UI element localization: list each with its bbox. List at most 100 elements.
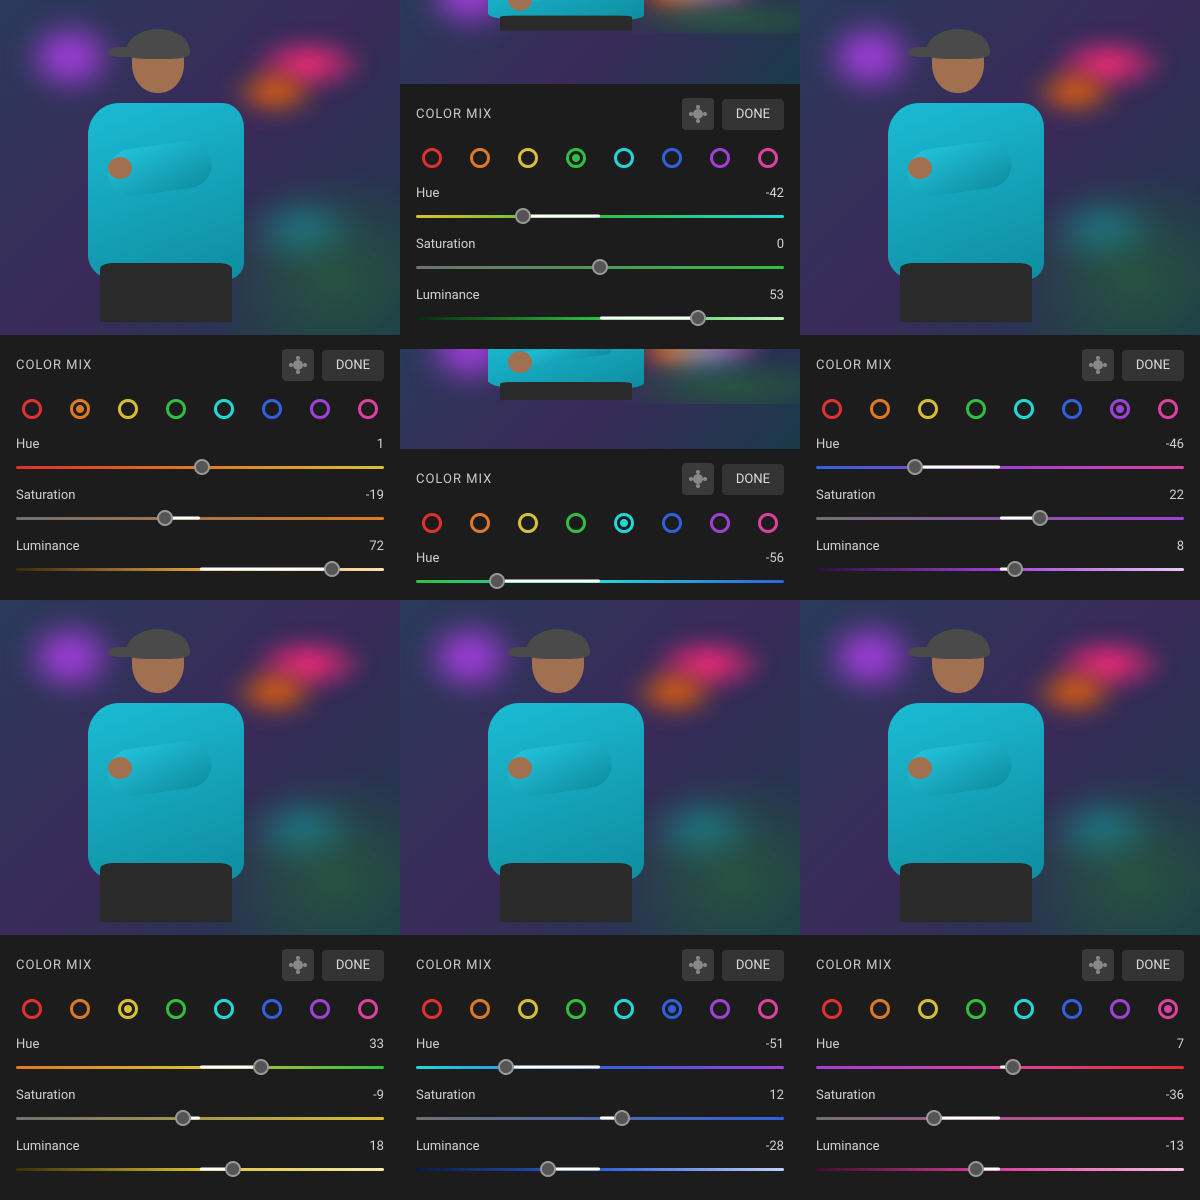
- swatch-yellow[interactable]: [118, 999, 138, 1019]
- swatch-purple[interactable]: [1110, 399, 1130, 419]
- luminance-slider[interactable]: [816, 560, 1184, 578]
- swatch-orange[interactable]: [70, 399, 90, 419]
- swatch-blue[interactable]: [662, 148, 682, 168]
- swatch-orange[interactable]: [870, 399, 890, 419]
- swatch-red[interactable]: [422, 999, 442, 1019]
- swatch-blue[interactable]: [262, 999, 282, 1019]
- swatch-blue[interactable]: [262, 399, 282, 419]
- swatch-green[interactable]: [566, 148, 586, 168]
- swatch-red[interactable]: [822, 399, 842, 419]
- swatch-yellow[interactable]: [518, 513, 538, 533]
- swatch-blue[interactable]: [662, 513, 682, 533]
- luminance-slider[interactable]: [16, 560, 384, 578]
- saturation-slider[interactable]: [816, 1109, 1184, 1127]
- luminance-thumb[interactable]: [690, 310, 706, 326]
- done-button[interactable]: DONE: [722, 99, 784, 130]
- swatch-orange[interactable]: [70, 999, 90, 1019]
- swatch-green[interactable]: [966, 399, 986, 419]
- swatch-red[interactable]: [422, 513, 442, 533]
- swatch-teal[interactable]: [1014, 999, 1034, 1019]
- saturation-slider[interactable]: [416, 1109, 784, 1127]
- swatch-purple[interactable]: [310, 999, 330, 1019]
- targeted-adjustment-icon[interactable]: [282, 949, 314, 981]
- luminance-slider[interactable]: [416, 309, 784, 327]
- saturation-slider[interactable]: [816, 509, 1184, 527]
- saturation-slider[interactable]: [416, 258, 784, 276]
- hue-slider[interactable]: [416, 1058, 784, 1076]
- swatch-orange[interactable]: [470, 999, 490, 1019]
- swatch-magenta[interactable]: [358, 999, 378, 1019]
- hue-slider[interactable]: [16, 458, 384, 476]
- swatch-teal[interactable]: [614, 513, 634, 533]
- saturation-thumb[interactable]: [157, 510, 173, 526]
- swatch-blue[interactable]: [662, 999, 682, 1019]
- swatch-green[interactable]: [566, 999, 586, 1019]
- saturation-slider[interactable]: [16, 509, 384, 527]
- swatch-magenta[interactable]: [758, 148, 778, 168]
- luminance-thumb[interactable]: [540, 1161, 556, 1177]
- hue-slider[interactable]: [816, 1058, 1184, 1076]
- swatch-teal[interactable]: [214, 399, 234, 419]
- swatch-magenta[interactable]: [358, 399, 378, 419]
- swatch-orange[interactable]: [470, 148, 490, 168]
- swatch-green[interactable]: [166, 999, 186, 1019]
- swatch-red[interactable]: [822, 999, 842, 1019]
- hue-thumb[interactable]: [907, 459, 923, 475]
- swatch-teal[interactable]: [214, 999, 234, 1019]
- hue-slider[interactable]: [816, 458, 1184, 476]
- swatch-blue[interactable]: [1062, 399, 1082, 419]
- luminance-slider[interactable]: [816, 1160, 1184, 1178]
- swatch-purple[interactable]: [710, 148, 730, 168]
- targeted-adjustment-icon[interactable]: [282, 349, 314, 381]
- hue-thumb[interactable]: [194, 459, 210, 475]
- swatch-orange[interactable]: [870, 999, 890, 1019]
- swatch-teal[interactable]: [1014, 399, 1034, 419]
- luminance-thumb[interactable]: [968, 1161, 984, 1177]
- swatch-yellow[interactable]: [518, 148, 538, 168]
- hue-thumb[interactable]: [515, 208, 531, 224]
- saturation-thumb[interactable]: [1032, 510, 1048, 526]
- done-button[interactable]: DONE: [1122, 350, 1184, 381]
- swatch-yellow[interactable]: [518, 999, 538, 1019]
- swatch-purple[interactable]: [710, 999, 730, 1019]
- luminance-slider[interactable]: [416, 1160, 784, 1178]
- swatch-yellow[interactable]: [918, 399, 938, 419]
- swatch-purple[interactable]: [710, 513, 730, 533]
- done-button[interactable]: DONE: [722, 464, 784, 495]
- targeted-adjustment-icon[interactable]: [682, 949, 714, 981]
- swatch-purple[interactable]: [1110, 999, 1130, 1019]
- saturation-thumb[interactable]: [614, 1110, 630, 1126]
- targeted-adjustment-icon[interactable]: [1082, 349, 1114, 381]
- done-button[interactable]: DONE: [1122, 950, 1184, 981]
- targeted-adjustment-icon[interactable]: [1082, 949, 1114, 981]
- swatch-magenta[interactable]: [758, 999, 778, 1019]
- done-button[interactable]: DONE: [722, 950, 784, 981]
- swatch-magenta[interactable]: [1158, 999, 1178, 1019]
- saturation-thumb[interactable]: [926, 1110, 942, 1126]
- hue-slider[interactable]: [416, 207, 784, 225]
- saturation-thumb[interactable]: [175, 1110, 191, 1126]
- swatch-teal[interactable]: [614, 999, 634, 1019]
- saturation-slider[interactable]: [16, 1109, 384, 1127]
- done-button[interactable]: DONE: [322, 350, 384, 381]
- swatch-magenta[interactable]: [758, 513, 778, 533]
- hue-slider[interactable]: [16, 1058, 384, 1076]
- luminance-thumb[interactable]: [324, 561, 340, 577]
- swatch-orange[interactable]: [470, 513, 490, 533]
- luminance-thumb[interactable]: [225, 1161, 241, 1177]
- swatch-green[interactable]: [566, 513, 586, 533]
- swatch-blue[interactable]: [1062, 999, 1082, 1019]
- swatch-magenta[interactable]: [1158, 399, 1178, 419]
- targeted-adjustment-icon[interactable]: [682, 98, 714, 130]
- hue-slider[interactable]: [416, 572, 784, 590]
- swatch-red[interactable]: [22, 999, 42, 1019]
- hue-thumb[interactable]: [1005, 1059, 1021, 1075]
- swatch-yellow[interactable]: [118, 399, 138, 419]
- swatch-teal[interactable]: [614, 148, 634, 168]
- luminance-slider[interactable]: [16, 1160, 384, 1178]
- saturation-thumb[interactable]: [592, 259, 608, 275]
- luminance-thumb[interactable]: [1007, 561, 1023, 577]
- targeted-adjustment-icon[interactable]: [682, 463, 714, 495]
- done-button[interactable]: DONE: [322, 950, 384, 981]
- swatch-yellow[interactable]: [918, 999, 938, 1019]
